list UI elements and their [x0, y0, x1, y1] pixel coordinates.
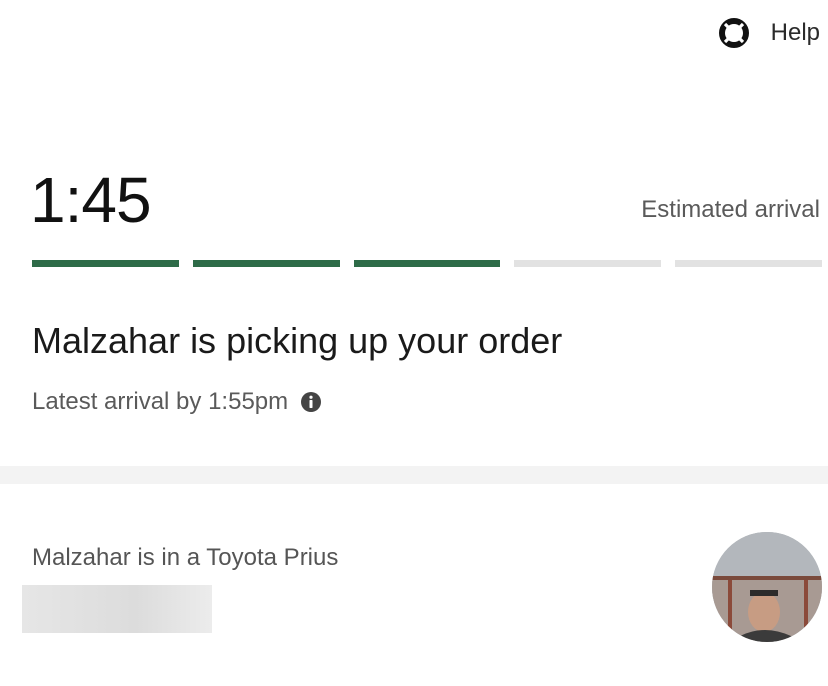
- driver-avatar[interactable]: [712, 532, 822, 642]
- section-divider: [0, 466, 828, 484]
- order-tracking-page: Help 1:45 Estimated arrival Malzahar is …: [0, 0, 828, 686]
- progress-segment-5-pending: [675, 260, 822, 267]
- eta-time: 1:45: [30, 164, 152, 236]
- delivery-progress-bar: [32, 260, 822, 267]
- help-button[interactable]: Help: [718, 18, 820, 48]
- driver-photo: [712, 532, 822, 642]
- lifebuoy-icon: [718, 18, 749, 48]
- progress-segment-2-complete: [192, 260, 340, 267]
- info-icon[interactable]: [300, 391, 322, 413]
- vehicle-description: Malzahar is in a Toyota Prius: [32, 544, 339, 571]
- order-status-title: Malzahar is picking up your order: [32, 320, 563, 361]
- license-plate-redacted: [22, 585, 212, 633]
- progress-segment-1-complete: [32, 260, 179, 267]
- help-label: Help: [770, 19, 820, 46]
- latest-arrival: Latest arrival by 1:55pm: [32, 388, 322, 416]
- progress-segment-3-complete: [353, 260, 501, 267]
- latest-arrival-text: Latest arrival by 1:55pm: [32, 388, 289, 415]
- eta-label: Estimated arrival: [641, 196, 820, 223]
- progress-segment-4-pending: [514, 260, 662, 267]
